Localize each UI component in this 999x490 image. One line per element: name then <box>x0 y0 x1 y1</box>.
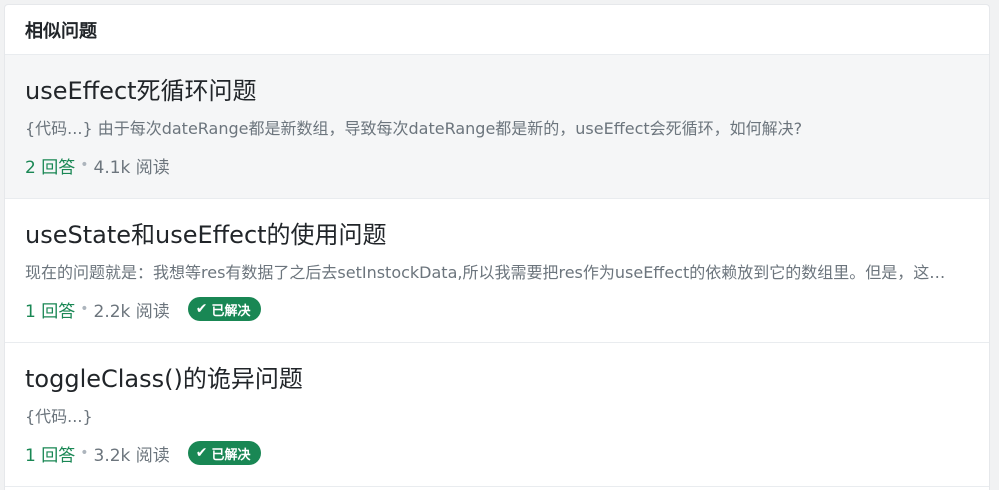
meta-separator: • <box>80 301 89 317</box>
answer-count: 1 回答 <box>25 445 76 466</box>
question-title[interactable]: useState和useEffect的使用问题 <box>25 219 387 251</box>
question-excerpt: {代码...} 由于每次dateRange都是新数组，导致每次dateRange… <box>25 119 803 138</box>
similar-questions-panel: 相似问题 useEffect死循环问题 {代码...} 由于每次dateRang… <box>4 4 990 490</box>
question-title[interactable]: toggleClass()的诡异问题 <box>25 363 303 395</box>
solved-label: 已解决 <box>211 303 251 319</box>
question-meta: 1 回答 • 2.2k 阅读 ✔ 已解决 <box>25 296 261 322</box>
answer-count: 1 回答 <box>25 301 76 322</box>
question-item[interactable]: useEffect死循环问题 {代码...} 由于每次dateRange都是新数… <box>5 55 989 199</box>
view-count: 2.2k 阅读 <box>93 301 170 322</box>
view-count: 4.1k 阅读 <box>93 157 170 178</box>
solved-label: 已解决 <box>211 447 251 463</box>
question-item[interactable]: toggleClass()的诡异问题 {代码...} 1 回答 • 3.2k 阅… <box>5 343 989 487</box>
question-excerpt: {代码...} <box>25 407 93 426</box>
view-count: 3.2k 阅读 <box>93 445 170 466</box>
meta-separator: • <box>80 157 89 173</box>
panel-title: 相似问题 <box>5 5 989 55</box>
meta-separator: • <box>80 445 89 461</box>
question-item[interactable]: useState和useEffect的使用问题 现在的问题就是：我想等res有数… <box>5 199 989 343</box>
answer-count: 2 回答 <box>25 157 76 178</box>
question-meta: 1 回答 • 3.2k 阅读 ✔ 已解决 <box>25 440 261 466</box>
question-title[interactable]: useEffect死循环问题 <box>25 75 257 107</box>
question-excerpt: 现在的问题就是：我想等res有数据了之后去setInstockData,所以我需… <box>25 263 959 282</box>
solved-badge: ✔ 已解决 <box>187 297 261 321</box>
check-icon: ✔ <box>195 445 208 461</box>
question-meta: 2 回答 • 4.1k 阅读 <box>25 152 170 178</box>
solved-badge: ✔ 已解决 <box>187 441 261 465</box>
check-icon: ✔ <box>195 301 208 317</box>
